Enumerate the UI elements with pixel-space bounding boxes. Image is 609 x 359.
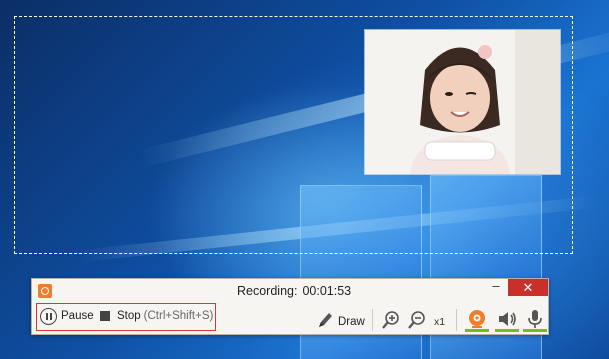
recording-status: Recording: 00:01:53 — [237, 284, 351, 298]
speaker-active-indicator — [495, 329, 519, 332]
zoom-in-icon[interactable] — [381, 310, 401, 330]
stop-icon[interactable] — [100, 311, 110, 321]
stop-button[interactable]: Stop (Ctrl+Shift+S) — [117, 310, 213, 322]
pause-button[interactable]: Pause — [61, 310, 94, 322]
webcam-icon — [469, 310, 485, 328]
elapsed-time: 00:01:53 — [302, 284, 352, 298]
app-logo-icon — [38, 284, 52, 298]
close-button[interactable]: ✕ — [508, 279, 548, 296]
webcam-active-indicator — [465, 329, 489, 332]
stop-shortcut: (Ctrl+Shift+S) — [143, 310, 214, 322]
minimize-button[interactable]: – — [484, 279, 508, 297]
draw-button[interactable]: Draw — [338, 316, 365, 328]
toolbar-divider — [456, 309, 457, 331]
microphone-active-indicator — [523, 329, 547, 332]
webcam-person-image — [365, 30, 560, 174]
pen-icon[interactable] — [316, 310, 334, 330]
webcam-preview[interactable] — [365, 30, 560, 174]
zoom-out-icon[interactable] — [407, 310, 427, 330]
pause-icon[interactable] — [40, 308, 57, 325]
speaker-toggle[interactable] — [495, 309, 519, 332]
status-label: Recording: — [237, 284, 298, 298]
toolbar-divider — [372, 309, 373, 331]
microphone-icon — [528, 310, 542, 328]
stop-label: Stop — [117, 310, 141, 322]
recording-toolbar[interactable]: Recording: 00:01:53 – ✕ Pause Stop (Ctrl+S… — [31, 278, 549, 335]
microphone-toggle[interactable] — [523, 309, 547, 332]
speaker-icon — [499, 312, 516, 326]
recording-controls-group: Pause Stop (Ctrl+Shift+S) — [36, 303, 216, 331]
zoom-level: x1 — [434, 316, 446, 328]
webcam-toggle[interactable] — [465, 309, 489, 332]
